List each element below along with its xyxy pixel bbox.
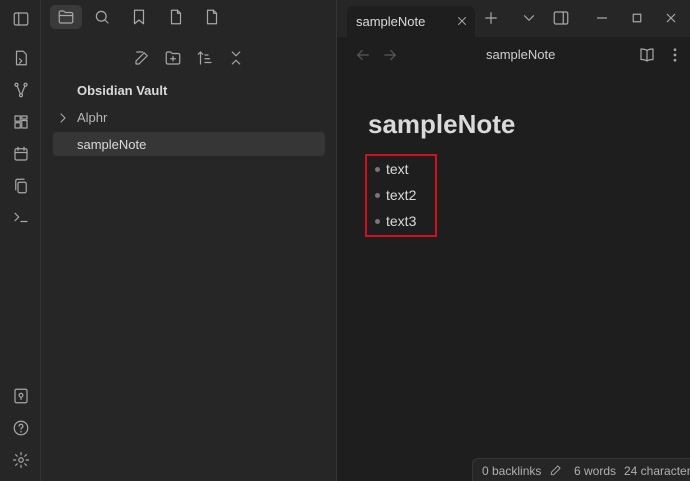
graph-view-icon[interactable] bbox=[10, 79, 32, 101]
reading-view-book-icon[interactable] bbox=[636, 44, 658, 66]
sort-icon[interactable] bbox=[194, 47, 216, 69]
backlinks-count[interactable]: 0 backlinks bbox=[482, 464, 541, 478]
new-note-icon[interactable] bbox=[131, 47, 153, 69]
folder-item-alphr[interactable]: Alphr bbox=[55, 108, 325, 128]
file-item-samplenote[interactable]: sampleNote bbox=[53, 132, 325, 156]
list-item-text: text2 bbox=[386, 187, 417, 203]
word-count: 6 words bbox=[574, 464, 617, 478]
help-icon[interactable] bbox=[10, 417, 32, 439]
minimize-icon[interactable] bbox=[592, 8, 612, 28]
character-count: 24 characters bbox=[624, 464, 690, 478]
files-tab-folder-icon[interactable] bbox=[50, 5, 82, 29]
view-header-title[interactable]: sampleNote bbox=[486, 47, 555, 62]
search-icon[interactable] bbox=[91, 6, 113, 28]
bookmark-icon[interactable] bbox=[128, 6, 150, 28]
sidebar-toggle-icon[interactable] bbox=[10, 8, 32, 30]
command-palette-icon[interactable] bbox=[10, 206, 32, 228]
navigate-forward-icon[interactable] bbox=[380, 45, 400, 65]
bullet-icon bbox=[375, 167, 380, 172]
close-tab-icon[interactable] bbox=[453, 12, 471, 30]
new-folder-icon[interactable] bbox=[162, 47, 184, 69]
file-icon-2[interactable] bbox=[201, 6, 223, 28]
file-icon[interactable] bbox=[165, 6, 187, 28]
new-tab-icon[interactable] bbox=[481, 8, 501, 28]
maximize-icon[interactable] bbox=[627, 8, 647, 28]
daily-notes-icon[interactable] bbox=[10, 143, 32, 165]
tab-list-chevron-down-icon[interactable] bbox=[519, 8, 539, 28]
more-options-icon[interactable] bbox=[665, 44, 685, 66]
bullet-icon bbox=[375, 193, 380, 198]
open-another-vault-icon[interactable] bbox=[10, 47, 32, 69]
folder-label: Alphr bbox=[77, 110, 108, 125]
file-label: sampleNote bbox=[77, 137, 147, 152]
chevron-right-icon[interactable] bbox=[55, 110, 71, 126]
status-bar: 0 backlinks 6 words 24 characters bbox=[472, 458, 690, 481]
right-sidebar-toggle-icon[interactable] bbox=[550, 7, 572, 29]
highlighted-bullet-list: text text2 text3 bbox=[365, 154, 437, 237]
bullet-icon bbox=[375, 219, 380, 224]
templates-icon[interactable] bbox=[10, 175, 32, 197]
close-window-icon[interactable] bbox=[661, 8, 681, 28]
vault-switcher-icon[interactable] bbox=[10, 385, 32, 407]
note-title[interactable]: sampleNote bbox=[368, 109, 515, 140]
navigate-back-icon[interactable] bbox=[353, 45, 373, 65]
tab-samplenote[interactable]: sampleNote bbox=[347, 6, 475, 37]
list-item-text: text3 bbox=[386, 213, 417, 229]
collapse-all-icon[interactable] bbox=[225, 47, 247, 69]
tab-title: sampleNote bbox=[356, 14, 426, 29]
pencil-icon[interactable] bbox=[548, 462, 564, 478]
vault-name[interactable]: Obsidian Vault bbox=[77, 83, 167, 98]
settings-icon[interactable] bbox=[10, 449, 32, 471]
list-item-text: text bbox=[386, 161, 409, 177]
file-explorer-sidebar: Obsidian Vault Alphr sampleNote bbox=[41, 0, 337, 481]
tab-strip: sampleNote bbox=[337, 0, 690, 37]
left-ribbon bbox=[0, 0, 41, 481]
editor-pane: sampleNote sampleNote sampleNote text te… bbox=[337, 0, 690, 481]
canvas-icon[interactable] bbox=[10, 111, 32, 133]
